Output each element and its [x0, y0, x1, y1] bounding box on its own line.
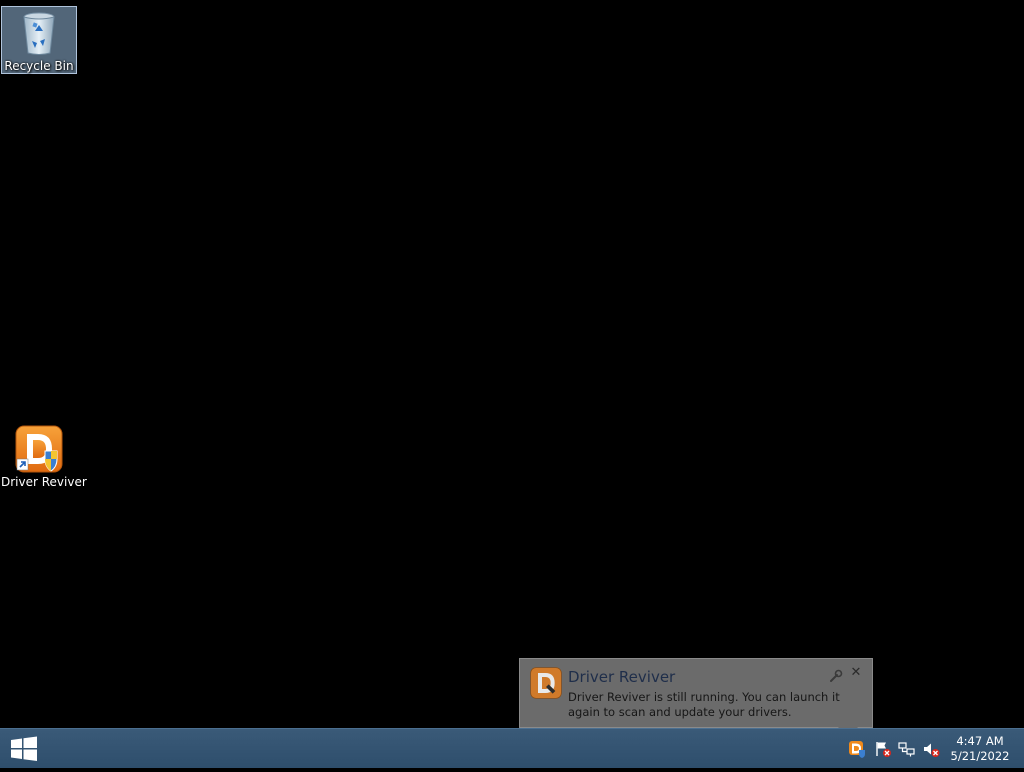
volume-muted-icon[interactable]	[922, 740, 940, 758]
start-button[interactable]	[0, 729, 48, 768]
clock-date: 5/21/2022	[950, 749, 1010, 763]
recycle-bin-icon	[15, 9, 63, 57]
notification-balloon[interactable]: Driver Reviver Driver Reviver is still r…	[519, 658, 873, 728]
recycle-bin-label: Recycle Bin	[4, 59, 74, 73]
driver-reviver-shortcut[interactable]: Driver Reviver	[1, 421, 87, 491]
wrench-icon[interactable]	[829, 668, 843, 682]
desktop[interactable]: Recycle Bin Driver Reviver	[0, 0, 1024, 728]
clock-time: 4:47 AM	[956, 734, 1004, 748]
close-icon[interactable]: ✕	[848, 665, 864, 681]
driver-reviver-icon	[15, 425, 63, 473]
network-icon[interactable]	[898, 740, 916, 758]
taskbar: 4:47 AM 5/21/2022	[0, 728, 1024, 768]
action-center-flag-icon[interactable]	[874, 740, 892, 758]
driver-reviver-icon	[530, 667, 562, 699]
windows-logo-icon	[11, 736, 37, 761]
recycle-bin-shortcut[interactable]: Recycle Bin	[1, 6, 77, 74]
driver-reviver-tray-icon[interactable]	[848, 740, 866, 758]
notification-title: Driver Reviver	[568, 668, 676, 686]
taskbar-clock[interactable]: 4:47 AM 5/21/2022	[944, 729, 1016, 768]
system-tray	[844, 729, 944, 768]
driver-reviver-label: Driver Reviver	[1, 475, 87, 489]
notification-body: Driver Reviver is still running. You can…	[568, 690, 840, 719]
